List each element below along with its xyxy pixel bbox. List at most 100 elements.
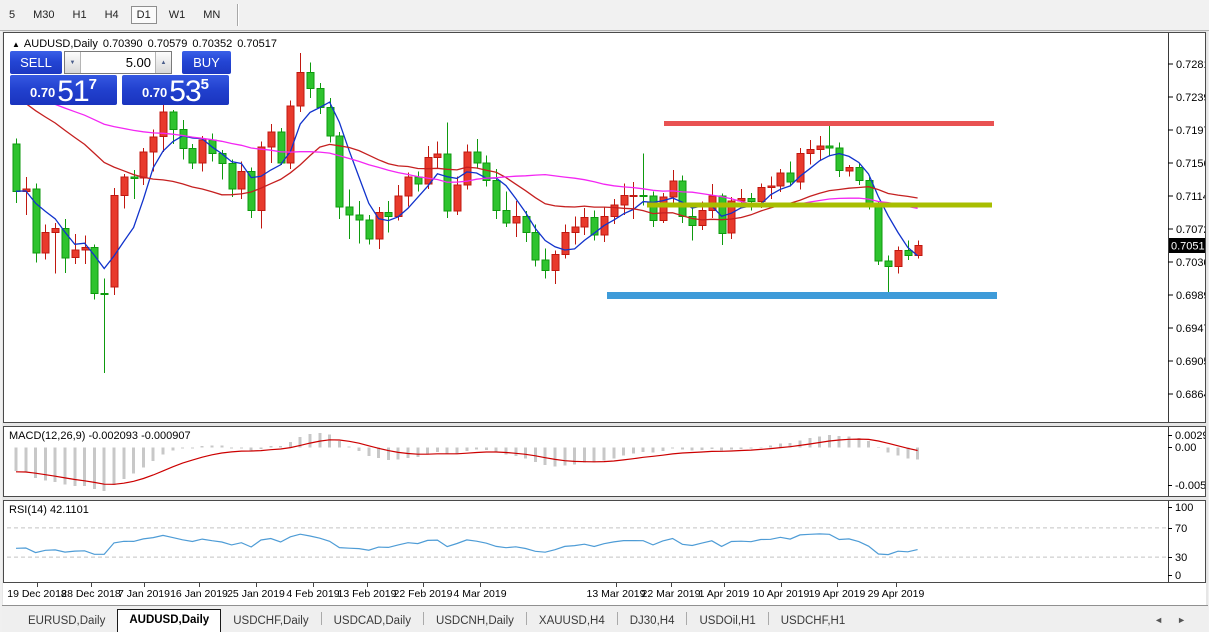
tab-dj30-h4[interactable]: DJ30,H4 — [618, 611, 687, 632]
candle-body — [748, 198, 755, 201]
date-label: 13 Mar 2019 — [587, 588, 646, 600]
macd-bar — [142, 448, 145, 468]
scroll-left-icon[interactable]: ◄ — [1154, 615, 1177, 625]
candle-body — [42, 233, 49, 254]
timeframe-h4[interactable]: H4 — [99, 6, 125, 24]
macd-bar — [759, 447, 762, 448]
date-label: 1 Apr 2019 — [699, 588, 750, 600]
macd-bar — [583, 448, 586, 463]
macd-bar — [799, 440, 802, 447]
macd-axis-label: -0.005825 — [1175, 480, 1205, 492]
price-axis-label: 0.68640 — [1176, 389, 1205, 401]
buy-price-pip: 5 — [201, 76, 209, 93]
macd-bar — [358, 448, 361, 451]
candle-body — [346, 207, 353, 215]
rsi-chart[interactable]: 10070300 — [4, 501, 1205, 582]
macd-axis-label: 0.002957 — [1175, 430, 1205, 442]
price-axis-label: 0.71560 — [1176, 158, 1205, 170]
macd-bar — [632, 448, 635, 454]
date-tick — [313, 583, 314, 587]
candle-body — [189, 149, 196, 163]
timeframe-d1[interactable]: D1 — [131, 6, 157, 24]
resistance-line[interactable] — [664, 121, 994, 126]
tab-audusd-daily[interactable]: AUDUSD,Daily — [117, 609, 221, 632]
timeframe-mn[interactable]: MN — [197, 6, 226, 24]
chart-window: 0.728100.723900.719700.715600.711400.707… — [2, 31, 1208, 632]
candle-body — [630, 195, 637, 196]
candle-body — [787, 173, 794, 182]
macd-bar — [15, 448, 18, 471]
tab-eurusd-daily[interactable]: EURUSD,Daily — [16, 611, 117, 632]
macd-bar — [691, 448, 694, 451]
tab-usdoil-h1[interactable]: USDOil,H1 — [687, 611, 767, 632]
candle-body — [415, 177, 422, 184]
macd-axis-label: 0.00 — [1175, 442, 1196, 454]
candle-body — [405, 177, 412, 196]
price-axis-label: 0.69470 — [1176, 323, 1205, 335]
date-tick — [480, 583, 481, 587]
candle-body — [493, 180, 500, 210]
macd-panel[interactable]: 0.0029570.00-0.005825 MACD(12,26,9) -0.0… — [3, 426, 1206, 497]
rsi-axis[interactable]: 10070300 — [1168, 501, 1193, 582]
macd-axis[interactable]: 0.0029570.00 -0.005825 — [1168, 427, 1205, 496]
timeframe-5[interactable]: 5 — [3, 6, 21, 24]
price-chart-panel[interactable]: 0.728100.723900.719700.715600.711400.707… — [3, 32, 1206, 423]
lower-support-line[interactable] — [607, 292, 997, 299]
timeframe-m30[interactable]: M30 — [27, 6, 60, 24]
date-label: 29 Apr 2019 — [868, 588, 925, 600]
volume-input[interactable] — [81, 52, 155, 73]
tab-usdchf-h1[interactable]: USDCHF,H1 — [769, 611, 858, 632]
sell-button[interactable]: SELL — [10, 51, 62, 74]
scroll-right-icon[interactable]: ► — [1177, 615, 1200, 625]
macd-bar — [220, 446, 223, 448]
rsi-panel[interactable]: 10070300 RSI(14) 42.1101 — [3, 500, 1206, 583]
date-tick — [37, 583, 38, 587]
candle-body — [885, 261, 892, 267]
buy-price-display[interactable]: 0.70535 — [122, 75, 229, 105]
candle-body — [297, 73, 304, 106]
date-tick — [616, 583, 617, 587]
tab-usdcnh-daily[interactable]: USDCNH,Daily — [424, 611, 526, 632]
macd-bar — [593, 448, 596, 463]
rsi-axis-label: 30 — [1175, 552, 1187, 564]
macd-bar — [338, 441, 341, 448]
candle-body — [199, 140, 206, 163]
current-price-label: 0.70517 — [1171, 240, 1205, 252]
macd-bar — [348, 446, 351, 447]
date-label: 22 Mar 2019 — [642, 588, 701, 600]
tab-usdcad-daily[interactable]: USDCAD,Daily — [322, 611, 423, 632]
macd-bar — [652, 448, 655, 453]
buy-button[interactable]: BUY — [182, 51, 231, 74]
timeframe-h1[interactable]: H1 — [67, 6, 93, 24]
macd-bar — [377, 448, 380, 458]
macd-bar — [211, 445, 214, 447]
tab-scroll-arrows: ◄► — [1154, 615, 1200, 625]
sell-price-pip: 7 — [89, 76, 97, 93]
macd-bar — [838, 436, 841, 448]
macd-bar — [162, 448, 165, 455]
macd-bar — [514, 448, 517, 456]
price-axis[interactable]: 0.728100.723900.719700.715600.711400.707… — [1168, 33, 1205, 422]
price-axis-label: 0.70300 — [1176, 257, 1205, 269]
macd-bar — [916, 448, 919, 460]
price-axis-label: 0.71970 — [1176, 125, 1205, 137]
timeframe-w1[interactable]: W1 — [163, 6, 192, 24]
date-axis[interactable]: 19 Dec 201828 Dec 20187 Jan 201916 Jan 2… — [3, 583, 1206, 605]
macd-bar — [181, 448, 184, 449]
date-label: 4 Feb 2019 — [286, 588, 339, 600]
volume-increase-button[interactable]: ▲ — [155, 52, 171, 73]
candle-body — [807, 149, 814, 153]
tab-xauusd-h4[interactable]: XAUUSD,H4 — [527, 611, 617, 632]
candle-body — [611, 205, 618, 217]
volume-decrease-button[interactable]: ▼ — [65, 52, 81, 73]
tab-usdchf-daily[interactable]: USDCHF,Daily — [221, 611, 320, 632]
sell-price-display[interactable]: 0.70517 — [10, 75, 117, 105]
candle-body — [278, 132, 285, 163]
mid-support-line[interactable] — [647, 202, 992, 207]
candle-body — [33, 189, 40, 253]
price-axis-label: 0.69890 — [1176, 290, 1205, 302]
price-axis-label: 0.72810 — [1176, 59, 1205, 71]
quote-high: 0.70579 — [148, 38, 188, 50]
candle-body — [768, 186, 775, 188]
macd-bar — [710, 448, 713, 449]
